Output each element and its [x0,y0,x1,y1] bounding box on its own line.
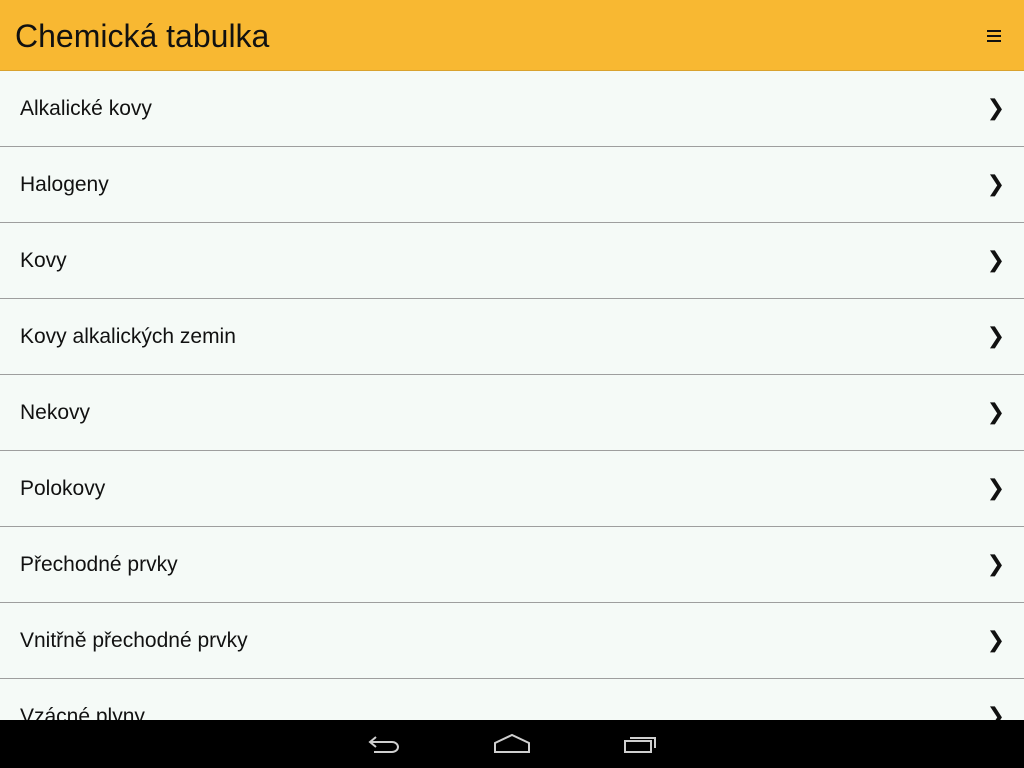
app-screen: Chemická tabulka Alkalické kovy ❯ Haloge… [0,0,1024,768]
home-icon [494,733,530,753]
chevron-right-icon: ❯ [986,476,1005,501]
page-title: Chemická tabulka [15,18,270,54]
list-item[interactable]: Polokovy ❯ [0,451,1024,527]
chevron-right-icon: ❯ [986,552,1005,577]
back-button[interactable] [364,728,404,760]
chevron-right-icon: ❯ [986,628,1005,653]
chevron-right-icon: ❯ [986,96,1005,121]
chevron-right-icon: ❯ [986,400,1005,425]
list-item-label: Nekovy [20,401,91,424]
list-item-label: Přechodné prvky [20,553,178,576]
list-item-label: Polokovy [20,477,106,500]
chevron-right-icon: ❯ [986,704,1005,720]
list-item-label: Alkalické kovy [20,97,152,120]
hamburger-menu-icon [987,30,1001,42]
list-item-label: Vzácné plyny [20,705,145,720]
list-item-label: Halogeny [20,173,109,196]
list-item[interactable]: Nekovy ❯ [0,375,1024,451]
chevron-right-icon: ❯ [986,172,1005,197]
list-item-label: Kovy [20,249,67,272]
list-item[interactable]: Vnitřně přechodné prvky ❯ [0,603,1024,679]
home-button[interactable] [492,728,532,760]
app-bar: Chemická tabulka [0,0,1024,71]
list-item[interactable]: Halogeny ❯ [0,147,1024,223]
chevron-right-icon: ❯ [986,248,1005,273]
list-item[interactable]: Kovy alkalických zemin ❯ [0,299,1024,375]
list-item[interactable]: Přechodné prvky ❯ [0,527,1024,603]
recent-apps-button[interactable] [620,728,660,760]
chevron-right-icon: ❯ [986,324,1005,349]
category-list[interactable]: Alkalické kovy ❯ Halogeny ❯ Kovy ❯ Kovy … [0,71,1024,720]
list-item-label: Kovy alkalických zemin [20,325,236,348]
menu-button[interactable] [978,20,1010,52]
system-navigation-bar [0,720,1024,768]
list-item[interactable]: Vzácné plyny ❯ [0,679,1024,720]
recent-apps-icon [624,737,656,753]
list-item[interactable]: Kovy ❯ [0,223,1024,299]
list-item-label: Vnitřně přechodné prvky [20,629,248,652]
back-icon [368,736,399,753]
list-item[interactable]: Alkalické kovy ❯ [0,71,1024,147]
